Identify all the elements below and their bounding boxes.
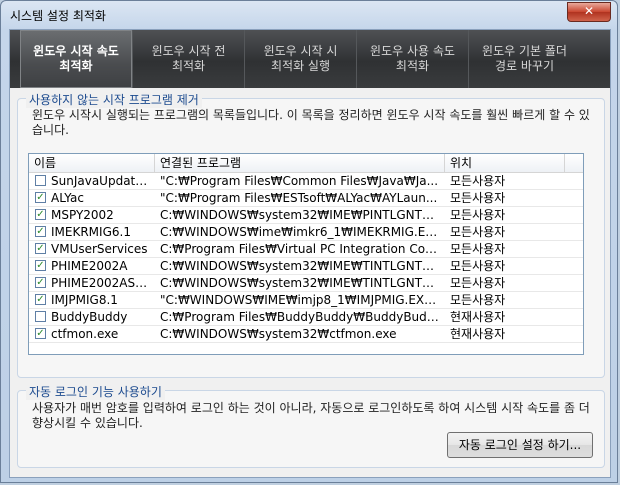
row-checkbox[interactable]: ✓ — [35, 277, 46, 288]
row-name: IMJPMIG8.1 — [51, 293, 118, 307]
tab-usage-speed[interactable]: 윈도우 사용 속도 최적화 — [356, 30, 468, 88]
table-row[interactable]: BuddyBuddy C:₩Program Files₩BuddyBuddy₩Bu… — [29, 309, 583, 326]
table-row[interactable]: ✓ IMEKRMIG6.1 C:₩WINDOWS₩ime₩imkr6_1₩IMEKR… — [29, 224, 583, 241]
table-row[interactable]: SunJavaUpdate... "C:₩Program Files₩Common… — [29, 173, 583, 190]
row-name: BuddyBuddy — [51, 310, 128, 324]
window-title: 시스템 설정 최적화 — [10, 9, 106, 23]
tab-default-folders[interactable]: 윈도우 기본 폴더 경로 바꾸기 — [468, 30, 580, 88]
row-checkbox[interactable] — [35, 311, 46, 322]
table-row[interactable]: ✓ IMJPMIG8.1 "C:₩WINDOWS₩IME₩imjp8_1₩IMJPM… — [29, 292, 583, 309]
row-checkbox[interactable]: ✓ — [35, 192, 46, 203]
row-location: 현재사용자 — [450, 310, 506, 324]
row-checkbox[interactable]: ✓ — [35, 243, 46, 254]
tab-pre-startup[interactable]: 윈도우 시작 전 최적화 — [132, 30, 244, 88]
row-program: "C:₩WINDOWS₩IME₩imjp8_1₩IMJPMIG.EXE"... — [160, 293, 440, 307]
row-checkbox[interactable]: ✓ — [35, 260, 46, 271]
row-name: PHIME2002ASync — [51, 276, 153, 290]
table-row[interactable]: ✓ VMUserServices C:₩Program Files₩Virtual … — [29, 241, 583, 258]
row-name: ctfmon.exe — [51, 327, 119, 341]
tab-bar: 윈도우 시작 속도 최적화 윈도우 시작 전 최적화 윈도우 시작 시 최적화 … — [10, 30, 610, 88]
tab-startup-speed[interactable]: 윈도우 시작 속도 최적화 — [20, 30, 132, 88]
table-row[interactable]: ✓ MSPY2002 C:₩WINDOWS₩system32₩IME₩PINTLGN… — [29, 207, 583, 224]
list-header: 이름 연결된 프로그램 위치 — [29, 154, 583, 173]
row-location: 모든사용자 — [450, 191, 506, 205]
row-location: 모든사용자 — [450, 276, 506, 290]
row-program: "C:₩Program Files₩ESTsoft₩ALYac₩AYLaun..… — [160, 191, 438, 205]
list-rows: SunJavaUpdate... "C:₩Program Files₩Common… — [29, 173, 583, 343]
row-checkbox[interactable]: ✓ — [35, 226, 46, 237]
row-name: IMEKRMIG6.1 — [51, 225, 131, 239]
client-area: 윈도우 시작 속도 최적화 윈도우 시작 전 최적화 윈도우 시작 시 최적화 … — [9, 29, 611, 478]
app-window: 시스템 설정 최적화 ✕ 윈도우 시작 속도 최적화 윈도우 시작 전 최적화 … — [0, 0, 618, 483]
row-program: C:₩Program Files₩BuddyBuddy₩BuddyBudd... — [160, 310, 440, 324]
startup-programs-group: 사용하지 않는 시작 프로그램 제거 윈도우 시작시 실행되는 프로그램의 목록… — [17, 91, 605, 378]
row-name: MSPY2002 — [51, 208, 114, 222]
row-location: 모든사용자 — [450, 208, 506, 222]
row-program: "C:₩Program Files₩Common Files₩Java₩Ja..… — [160, 174, 439, 188]
autologin-group-title: 자동 로그인 기능 사용하기 — [26, 383, 165, 400]
row-program: C:₩WINDOWS₩ime₩imkr6_1₩IMEKRMIG.EXE — [160, 225, 440, 239]
title-bar[interactable]: 시스템 설정 최적화 ✕ — [1, 1, 617, 29]
startup-group-title: 사용하지 않는 시작 프로그램 제거 — [26, 91, 202, 108]
row-checkbox[interactable]: ✓ — [35, 328, 46, 339]
row-name: VMUserServices — [51, 242, 148, 256]
row-checkbox[interactable] — [35, 175, 46, 186]
row-location: 현재사용자 — [450, 327, 506, 341]
row-program: C:₩WINDOWS₩system32₩ctfmon.exe — [160, 327, 397, 341]
autologin-group-description: 사용자가 매번 암호를 입력하여 로그인 하는 것이 아니라, 자동으로 로그인… — [32, 401, 590, 430]
table-row[interactable]: ✓ PHIME2002A C:₩WINDOWS₩system32₩IME₩TINTL… — [29, 258, 583, 275]
row-location: 모든사용자 — [450, 174, 506, 188]
row-program: C:₩WINDOWS₩system32₩IME₩TINTLGNT₩... — [160, 276, 440, 290]
row-program: C:₩WINDOWS₩system32₩IME₩PINTLGNT₩... — [160, 208, 440, 222]
table-row[interactable]: ✓ PHIME2002ASync C:₩WINDOWS₩system32₩IME₩T… — [29, 275, 583, 292]
autologin-settings-button[interactable]: 자동 로그인 설정 하기... — [447, 432, 593, 458]
table-row[interactable]: ✓ ALYac "C:₩Program Files₩ESTsoft₩ALYac₩AY… — [29, 190, 583, 207]
column-header-program[interactable]: 연결된 프로그램 — [155, 154, 445, 172]
row-location: 모든사용자 — [450, 293, 506, 307]
column-header-location[interactable]: 위치 — [445, 154, 565, 172]
row-program: C:₩Program Files₩Virtual PC Integration … — [160, 242, 440, 256]
startup-program-list[interactable]: 이름 연결된 프로그램 위치 SunJavaUpdate... "C:₩Progr… — [28, 153, 584, 355]
row-location: 모든사용자 — [450, 225, 506, 239]
row-location: 모든사용자 — [450, 259, 506, 273]
row-name: ALYac — [51, 191, 84, 205]
column-header-name[interactable]: 이름 — [29, 154, 155, 172]
row-location: 모든사용자 — [450, 242, 506, 256]
table-row[interactable]: ✓ ctfmon.exe C:₩WINDOWS₩system32₩ctfmon.ex… — [29, 326, 583, 343]
startup-group-description: 윈도우 시작시 실행되는 프로그램의 목록들입니다. 이 목록을 정리하면 윈도… — [32, 108, 590, 137]
row-name: PHIME2002A — [51, 259, 128, 273]
row-checkbox[interactable]: ✓ — [35, 294, 46, 305]
row-checkbox[interactable]: ✓ — [35, 209, 46, 220]
close-button[interactable]: ✕ — [567, 2, 611, 22]
tab-startup-run[interactable]: 윈도우 시작 시 최적화 실행 — [244, 30, 356, 88]
row-name: SunJavaUpdate... — [51, 174, 153, 188]
row-program: C:₩WINDOWS₩system32₩IME₩TINTLGNT₩... — [160, 259, 440, 273]
